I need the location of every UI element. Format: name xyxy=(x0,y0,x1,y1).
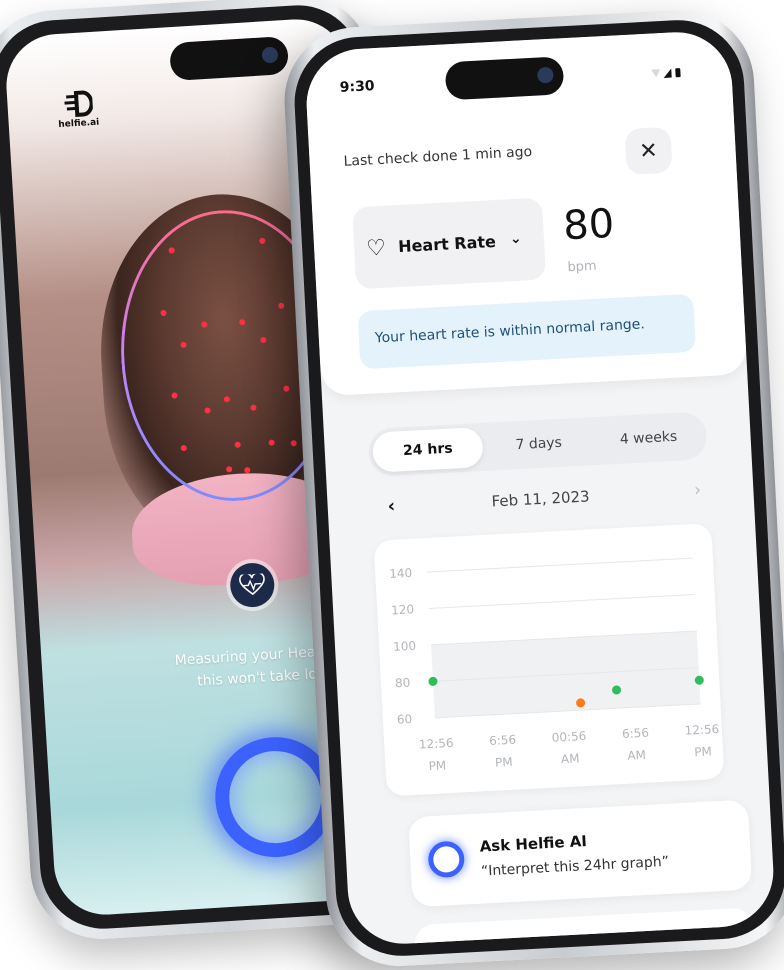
ask-ai-prompt: “Interpret this 24hr graph” xyxy=(480,853,670,880)
tab-4-weeks[interactable]: 4 weeks xyxy=(594,415,704,461)
dynamic-island xyxy=(169,35,290,82)
camera-icon xyxy=(536,66,554,84)
range-tabs: 24 hrs 7 days 4 weeks xyxy=(367,411,708,477)
ask-ai-title: Ask Helfie AI xyxy=(479,832,588,856)
chevron-right-icon[interactable]: › xyxy=(694,480,702,501)
date-navigator: ‹ Feb 11, 2023 › xyxy=(371,477,710,525)
x-tick-label: PM xyxy=(428,758,446,773)
y-tick-label: 100 xyxy=(393,639,417,654)
front-phone: 9:30 Last check done 1 min ago ✕ ♡ Heart… xyxy=(280,6,784,970)
y-tick-label: 60 xyxy=(397,712,413,727)
x-tick-label: 6:56 xyxy=(489,733,517,748)
close-button[interactable]: ✕ xyxy=(624,126,673,176)
x-tick-label: AM xyxy=(561,751,580,766)
status-icons xyxy=(651,66,684,83)
grid-line xyxy=(427,557,693,573)
metric-dropdown[interactable]: ♡ Heart Rate ⌄ xyxy=(352,197,547,290)
ask-ai-card[interactable]: Ask Helfie AI “Interpret this 24hr graph… xyxy=(408,799,753,908)
camera-icon xyxy=(261,46,279,64)
current-date: Feb 11, 2023 xyxy=(491,487,591,511)
heart-pulse-icon xyxy=(239,573,265,596)
x-tick-label: 6:56 xyxy=(622,726,650,741)
signal-battery-icon xyxy=(651,68,681,78)
x-tick-label: AM xyxy=(627,748,646,763)
heart-rate-chart: 140 120 100 80 60 12:56 PM 6:56 PM 00:56 AM 6:56 AM 1… xyxy=(389,557,720,773)
heart-rate-screen: 9:30 Last check done 1 min ago ✕ ♡ Heart… xyxy=(303,29,777,947)
brand-name: helfie.ai xyxy=(58,117,100,131)
status-banner-text: Your heart rate is within normal range. xyxy=(374,316,646,347)
heart-rate-unit: bpm xyxy=(567,258,598,276)
y-tick-label: 140 xyxy=(389,566,413,581)
x-tick-label: 00:56 xyxy=(551,729,586,745)
heart-rate-value: 80 xyxy=(562,200,616,250)
status-time: 9:30 xyxy=(339,78,375,96)
tab-7-days[interactable]: 7 days xyxy=(486,421,592,466)
heart-outline-icon: ♡ xyxy=(365,235,387,262)
tab-24-hrs[interactable]: 24 hrs xyxy=(371,426,484,473)
dynamic-island xyxy=(444,56,565,101)
x-tick-label: 12:56 xyxy=(684,722,719,738)
brand-logo: helfie.ai xyxy=(47,87,109,131)
chevron-down-icon: ⌄ xyxy=(509,230,523,248)
metric-label: Heart Rate xyxy=(397,231,497,257)
x-tick-label: PM xyxy=(495,755,513,770)
grid-line xyxy=(429,594,695,609)
helfie-logo-icon xyxy=(64,90,94,118)
x-tick-label: 12:56 xyxy=(419,736,454,752)
y-tick-label: 120 xyxy=(391,602,415,617)
heart-rate-chart-card: 140 120 100 80 60 12:56 PM 6:56 PM 00:56 AM 6:56 AM 1… xyxy=(373,523,725,797)
ai-orb-icon xyxy=(427,840,466,879)
x-tick-label: PM xyxy=(694,744,712,759)
y-tick-label: 80 xyxy=(395,676,411,691)
